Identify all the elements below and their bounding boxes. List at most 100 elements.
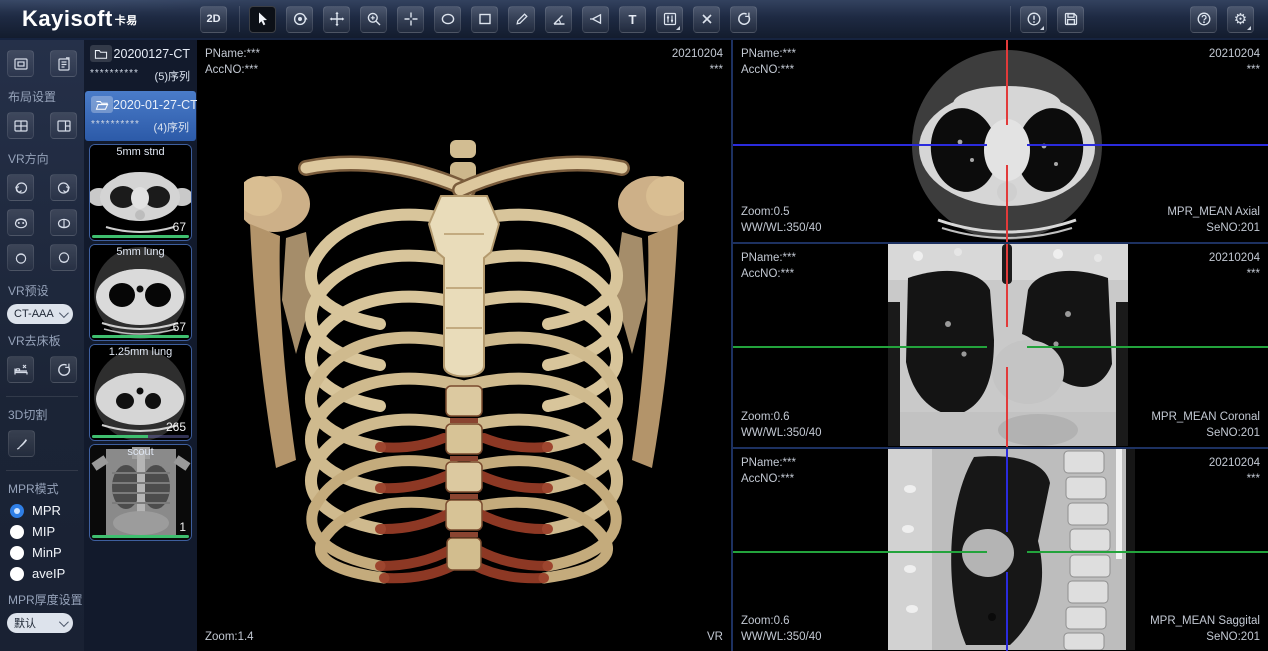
mpr-mode-option-mpr[interactable]: MPR <box>10 503 61 518</box>
reset-view-button[interactable] <box>730 6 757 33</box>
radio-icon <box>10 567 24 581</box>
probe-tool-button[interactable] <box>582 6 609 33</box>
coronal-patient-info: PName:***AccNO:*** <box>741 250 796 282</box>
pan-tool-button[interactable] <box>323 6 350 33</box>
axial-crosshair-vertical[interactable] <box>1006 40 1008 125</box>
text-annotation-button[interactable]: T <box>619 6 646 33</box>
scalpel-3d-cut-button[interactable] <box>8 430 35 457</box>
thumbnail-image-count: 265 <box>166 420 186 434</box>
coronal-crosshair-horizontal[interactable] <box>733 346 987 348</box>
axial-patient-info: PName:***AccNO:*** <box>741 46 796 78</box>
mpr-thickness-label: MPR厚度设置 <box>8 591 83 608</box>
study-title: 20200127-CT <box>114 47 190 61</box>
vr-head-top-button[interactable] <box>7 244 34 271</box>
vr-head-right-button[interactable] <box>50 174 77 201</box>
series-thumbnail-5mm-lung[interactable]: 5mm lung 67 <box>89 244 192 341</box>
vr-head-front-button[interactable] <box>7 209 34 236</box>
axial-mode-series: MPR_MEAN AxialSeNO:201 <box>1167 204 1260 236</box>
coronal-viewport[interactable]: PName:***AccNO:*** 20210204*** Zoom:0.6W… <box>733 244 1268 448</box>
cursor-icon <box>255 11 271 27</box>
layout-split-right-button[interactable] <box>50 112 77 139</box>
vr-direction-label: VR方向 <box>8 150 49 167</box>
coronal-crosshair-horizontal[interactable] <box>1027 346 1268 348</box>
thumbnail-image-count: 67 <box>173 220 186 234</box>
coronal-crosshair-vertical[interactable] <box>1006 367 1008 446</box>
save-disk-icon <box>1063 11 1079 27</box>
mpr-option-label: MPR <box>32 503 61 518</box>
rotate-3d-button[interactable] <box>286 6 313 33</box>
vr-reset-button[interactable] <box>50 356 77 383</box>
gear-icon: ⚙ <box>1234 12 1247 27</box>
scout-thumb-image <box>90 445 191 540</box>
window-level-icon <box>662 11 678 27</box>
sagittal-crosshair-horizontal[interactable] <box>1027 551 1268 553</box>
sagittal-patient-info: PName:***AccNO:*** <box>741 455 796 487</box>
series-thumbnail-125mm-lung[interactable]: 1.25mm lung 265 <box>89 344 192 441</box>
thumbnail-progress <box>92 535 189 538</box>
toolbar-divider <box>1010 6 1011 32</box>
series-thumbnail-5mm-stnd[interactable]: 5mm stnd 67 <box>89 144 192 241</box>
mpr-mode-label: MPR模式 <box>8 480 59 497</box>
info-button[interactable] <box>1020 6 1047 33</box>
axial-crosshair-vertical[interactable] <box>1006 165 1008 242</box>
cone-probe-icon <box>588 11 604 27</box>
window-level-button[interactable] <box>656 6 683 33</box>
zoom-tool-button[interactable] <box>360 6 387 33</box>
vr-head-left-button[interactable] <box>7 174 34 201</box>
vr-viewport[interactable]: PName:***AccNO:*** 20210204*** Zoom:1.4 … <box>197 40 731 651</box>
study-series-count: (4)序列 <box>154 119 189 135</box>
cursor-tool-button[interactable] <box>249 6 276 33</box>
study-item-2-selected[interactable]: 2020-01-27-CT ********** (4)序列 <box>85 91 196 141</box>
layout-single-button[interactable] <box>7 50 34 77</box>
rectangle-roi-button[interactable] <box>471 6 498 33</box>
axial-crosshair-horizontal[interactable] <box>1027 144 1268 146</box>
layout-report-button[interactable] <box>50 50 77 77</box>
sagittal-crosshair-horizontal[interactable] <box>733 551 987 553</box>
sagittal-crosshair-vertical[interactable] <box>1006 572 1008 651</box>
axial-study-date: 20210204*** <box>1209 46 1260 78</box>
crosshair-tool-button[interactable] <box>397 6 424 33</box>
vr-bed-removal-label: VR去床板 <box>8 332 61 349</box>
delete-annotation-button[interactable] <box>693 6 720 33</box>
close-icon <box>699 11 715 27</box>
orbit-icon <box>292 11 308 27</box>
ellipse-roi-button[interactable] <box>434 6 461 33</box>
mpr-thickness-value: 默认 <box>14 615 36 631</box>
mpr-mode-option-minp[interactable]: MinP <box>10 545 62 560</box>
text-icon: T <box>629 13 637 26</box>
coronal-crosshair-vertical[interactable] <box>1006 244 1008 327</box>
length-measure-button[interactable] <box>508 6 535 33</box>
app-logo-text: Kayisoft <box>22 6 113 31</box>
series-thumbnail-scout[interactable]: scout 1 <box>89 444 192 541</box>
2d-view-button[interactable]: 2D <box>200 6 227 33</box>
thumbnail-label: 1.25mm lung <box>90 346 191 358</box>
vr-preset-select[interactable]: CT-AAA <box>7 304 73 324</box>
vr-head-bottom-button[interactable] <box>50 244 77 271</box>
app-logo: Kayisoft卡易 <box>22 6 200 32</box>
study-item-1[interactable]: 20200127-CT ********** (5)序列 <box>84 40 197 90</box>
remove-bed-button[interactable] <box>7 356 34 383</box>
layout-grid-2x2-button[interactable] <box>7 112 34 139</box>
axial-viewport[interactable]: PName:***AccNO:*** 20210204*** Zoom:0.5W… <box>733 40 1268 244</box>
sagittal-mode-series: MPR_MEAN SaggitalSeNO:201 <box>1150 613 1260 645</box>
pan-icon <box>329 11 345 27</box>
vr-type-label: VR <box>707 629 723 645</box>
chevron-down-icon <box>59 617 69 627</box>
sidebar-divider <box>6 470 78 471</box>
angle-measure-button[interactable] <box>545 6 572 33</box>
axial-crosshair-horizontal[interactable] <box>733 144 987 146</box>
top-toolbar: Kayisoft卡易 2D T <box>0 0 1268 40</box>
vr-head-back-button[interactable] <box>50 209 77 236</box>
thumbnail-image-count: 1 <box>179 520 186 534</box>
help-button[interactable] <box>1190 6 1217 33</box>
thumbnail-progress <box>92 235 189 238</box>
settings-button[interactable]: ⚙ <box>1227 6 1254 33</box>
mpr-mode-option-aveip[interactable]: aveIP <box>10 566 65 581</box>
info-icon <box>1026 11 1042 27</box>
thumbnail-label: 5mm lung <box>90 246 191 258</box>
save-button[interactable] <box>1057 6 1084 33</box>
mpr-thickness-select[interactable]: 默认 <box>7 613 73 633</box>
sagittal-crosshair-vertical[interactable] <box>1006 449 1008 532</box>
mpr-mode-option-mip[interactable]: MIP <box>10 524 55 539</box>
sagittal-viewport[interactable]: PName:***AccNO:*** 20210204*** Zoom:0.6W… <box>733 449 1268 651</box>
